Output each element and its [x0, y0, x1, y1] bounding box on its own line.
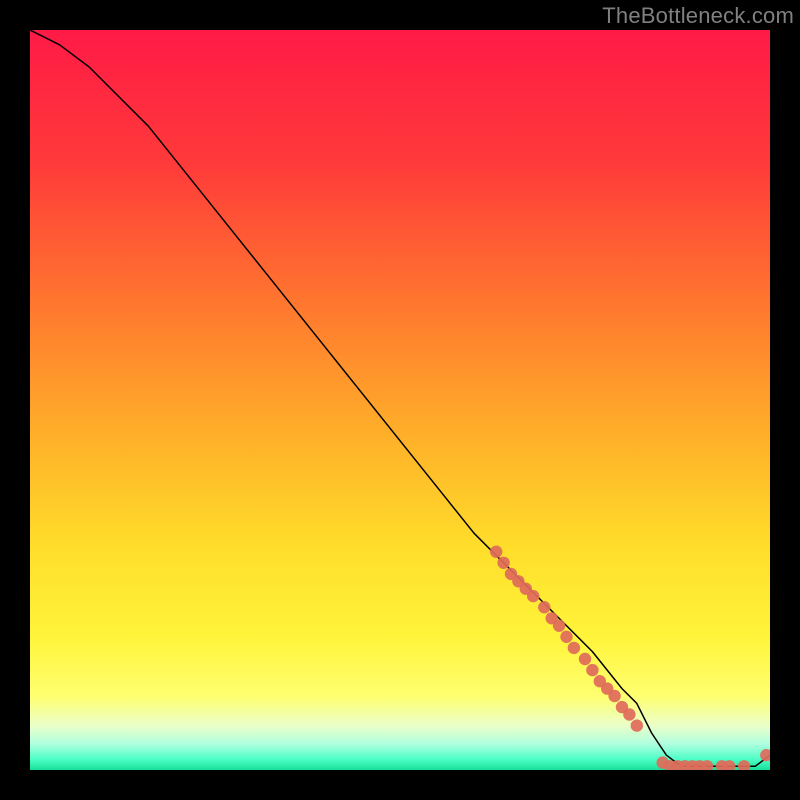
highlight-dot — [623, 708, 635, 720]
highlight-dot — [538, 601, 550, 613]
highlight-dot — [553, 620, 565, 632]
highlight-dot — [586, 664, 598, 676]
highlight-dot — [497, 557, 509, 569]
plot-area — [30, 30, 770, 770]
highlight-dot — [527, 590, 539, 602]
plot-svg — [30, 30, 770, 770]
watermark-text: TheBottleneck.com — [602, 3, 794, 29]
highlight-dot — [490, 546, 502, 558]
highlight-dot — [560, 631, 572, 643]
highlight-dot — [568, 642, 580, 654]
highlight-dot — [631, 719, 643, 731]
gradient-background — [30, 30, 770, 770]
highlight-dot — [608, 690, 620, 702]
chart-frame: TheBottleneck.com — [0, 0, 800, 800]
highlight-dot — [579, 653, 591, 665]
